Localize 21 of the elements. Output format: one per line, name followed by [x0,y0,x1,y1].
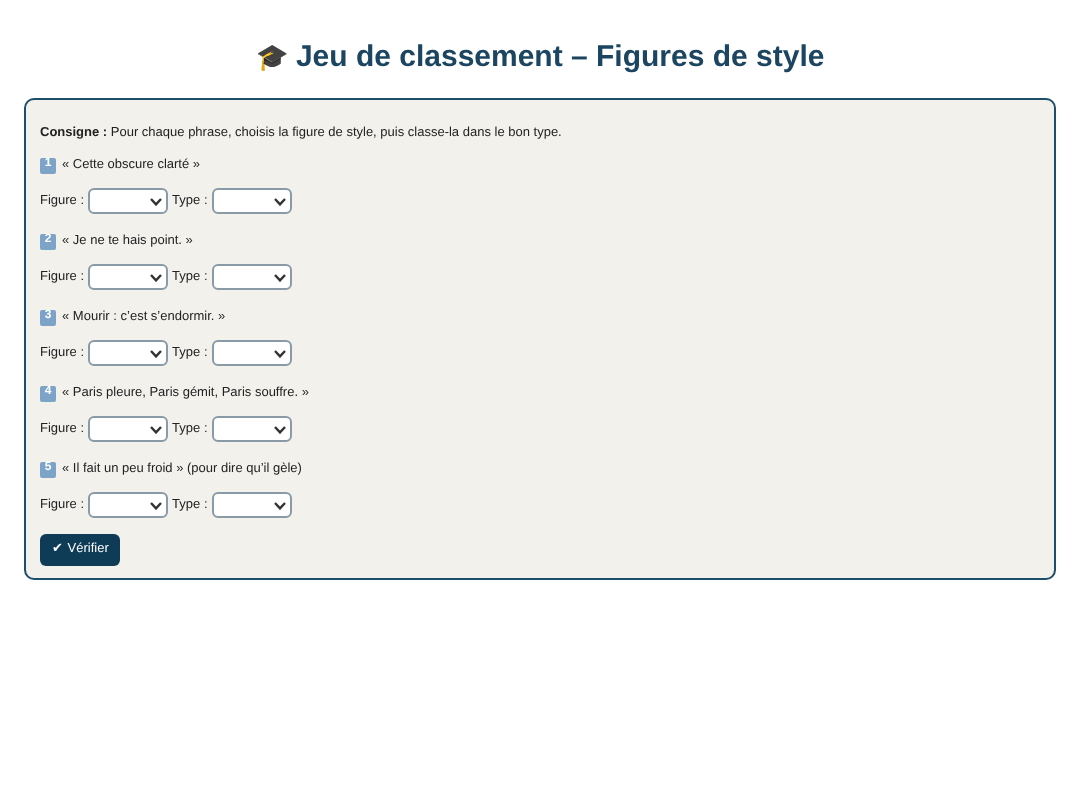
dropdown[interactable] [88,264,169,291]
dropdown[interactable] [211,188,292,215]
dropdown[interactable] [88,188,169,215]
page-title: 🎓 Jeu de classement – Figures de style [253,38,827,78]
chevron-icon [273,425,286,434]
chevron-icon [273,501,286,510]
chevron-icon [273,273,286,282]
chevron-icon [273,349,286,358]
chevron-icon [273,197,286,206]
dropdown[interactable] [88,340,169,367]
chevron-icon [150,501,163,510]
dropdown[interactable] [211,416,292,443]
dropdown[interactable] [88,492,169,519]
dropdown[interactable] [211,492,292,519]
dropdown[interactable] [211,340,292,367]
chevron-icon [150,349,163,358]
chevron-icon [150,425,163,434]
chevron-icon [150,197,163,206]
dropdown[interactable] [211,264,292,291]
chevron-icon [150,273,163,282]
dropdown[interactable] [88,416,169,443]
